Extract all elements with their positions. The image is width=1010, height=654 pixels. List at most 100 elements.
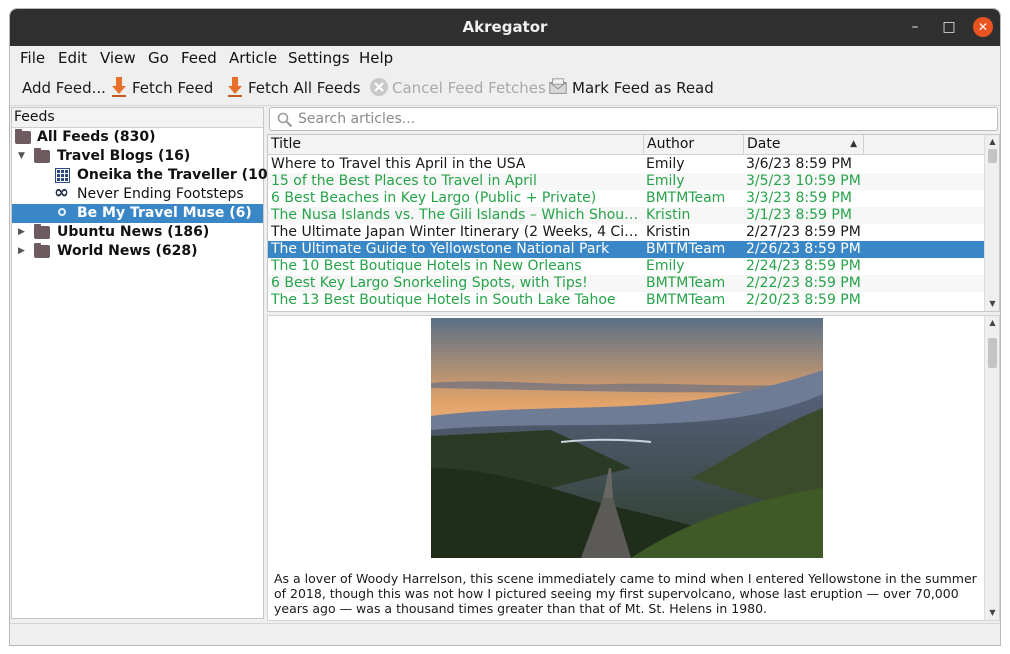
fetch-all-feeds-button[interactable]: Fetch All Feeds — [248, 79, 360, 97]
menu-edit[interactable]: Edit — [58, 49, 87, 67]
article-author: BMTMTeam — [646, 241, 726, 257]
preview-scrollbar[interactable]: ▲ ▼ — [984, 316, 999, 620]
feed-travel-blogs[interactable]: ▼ Travel Blogs (16) — [12, 147, 263, 166]
article-date: 3/6/23 8:59 PM — [746, 156, 852, 172]
mark-read-icon[interactable] — [548, 76, 568, 98]
menu-bar: File Edit View Go Feed Article Settings … — [10, 46, 1000, 70]
column-date-label: Date — [747, 136, 781, 152]
toolbar: Add Feed... Fetch Feed Fetch All Feeds C… — [10, 70, 1000, 106]
infinity-icon: ∞ — [54, 182, 69, 203]
menu-feed[interactable]: Feed — [181, 49, 217, 67]
menu-settings[interactable]: Settings — [288, 49, 350, 67]
article-title: 6 Best Beaches in Key Largo (Public + Pr… — [271, 190, 597, 206]
folder-icon — [15, 129, 31, 144]
feed-world-news[interactable]: ▶ World News (628) — [12, 242, 263, 261]
article-photo — [431, 318, 823, 558]
feed-label: All Feeds (830) — [37, 129, 156, 145]
scroll-down-icon[interactable]: ▼ — [985, 297, 999, 311]
cancel-icon[interactable] — [369, 76, 389, 98]
mark-feed-read-button[interactable]: Mark Feed as Read — [572, 79, 714, 97]
article-row[interactable]: The Nusa Islands vs. The Gili Islands – … — [268, 207, 984, 224]
feed-label: World News (628) — [57, 243, 198, 259]
article-author: Emily — [646, 173, 685, 189]
feed-all[interactable]: All Feeds (830) — [12, 128, 263, 147]
article-date: 2/22/23 8:59 PM — [746, 275, 861, 291]
feed-label: Be My Travel Muse (6) — [77, 205, 252, 221]
fetch-feed-button[interactable]: Fetch Feed — [132, 79, 213, 97]
fetch-feed-icon[interactable] — [110, 76, 130, 98]
search-icon — [277, 112, 293, 128]
column-date[interactable]: Date ▲ — [744, 135, 864, 155]
article-title: The Ultimate Japan Winter Itinerary (2 W… — [271, 224, 639, 240]
search-input[interactable] — [298, 110, 988, 128]
article-author: Emily — [646, 258, 685, 274]
folder-icon — [34, 224, 50, 239]
folder-icon — [34, 148, 50, 163]
menu-help[interactable]: Help — [359, 49, 393, 67]
folder-icon — [34, 243, 50, 258]
maximize-icon[interactable]: □ — [939, 17, 959, 37]
article-list-scrollbar[interactable]: ▲ ▼ — [984, 135, 999, 311]
close-icon[interactable]: ✕ — [973, 17, 993, 37]
article-row[interactable]: 6 Best Beaches in Key Largo (Public + Pr… — [268, 190, 984, 207]
expanded-arrow-icon[interactable]: ▼ — [18, 147, 25, 166]
article-title: 15 of the Best Places to Travel in April — [271, 173, 537, 189]
article-title: The 10 Best Boutique Hotels in New Orlea… — [271, 258, 582, 274]
article-row[interactable]: The Ultimate Japan Winter Itinerary (2 W… — [268, 224, 984, 241]
scroll-up-icon[interactable]: ▲ — [985, 135, 999, 149]
title-bar: Akregator – □ ✕ — [10, 9, 1000, 46]
collapsed-arrow-icon[interactable]: ▶ — [18, 223, 25, 242]
column-author[interactable]: Author — [644, 135, 744, 155]
window-title: Akregator — [462, 18, 548, 36]
article-date: 2/27/23 8:59 PM — [746, 224, 861, 240]
add-feed-button[interactable]: Add Feed... — [22, 79, 106, 97]
column-title[interactable]: Title — [268, 135, 644, 155]
article-author: BMTMTeam — [646, 190, 726, 206]
article-list-header: Title Author Date ▲ — [268, 135, 984, 155]
menu-go[interactable]: Go — [148, 49, 169, 67]
app-window: Akregator – □ ✕ File Edit View Go Feed A… — [9, 8, 1001, 646]
article-author: Kristin — [646, 224, 691, 240]
article-author: BMTMTeam — [646, 292, 726, 308]
feed-tree: Feeds All Feeds (830) ▼ Travel Blogs (16… — [11, 107, 274, 619]
feed-oneika[interactable]: Oneika the Traveller (10) — [12, 166, 274, 185]
article-title: The 13 Best Boutique Hotels in South Lak… — [271, 292, 616, 308]
feeds-header: Feeds — [12, 108, 263, 128]
article-date: 2/24/23 8:59 PM — [746, 258, 861, 274]
menu-view[interactable]: View — [100, 49, 136, 67]
feed-label: Ubuntu News (186) — [57, 224, 210, 240]
article-date: 3/1/23 8:59 PM — [746, 207, 852, 223]
article-date: 2/20/23 8:59 PM — [746, 292, 861, 308]
scroll-down-icon[interactable]: ▼ — [985, 606, 999, 620]
feed-be-my-travel-muse[interactable]: Be My Travel Muse (6) — [12, 204, 263, 223]
collapsed-arrow-icon[interactable]: ▶ — [18, 242, 25, 261]
article-row[interactable]: The 10 Best Boutique Hotels in New Orlea… — [268, 258, 984, 275]
dot-feed-icon — [58, 208, 66, 216]
article-body-text: As a lover of Woody Harrelson, this scen… — [274, 571, 977, 616]
search-bar — [269, 107, 998, 131]
article-author: BMTMTeam — [646, 275, 726, 291]
feed-label: Travel Blogs (16) — [57, 148, 191, 164]
article-row[interactable]: 15 of the Best Places to Travel in April… — [268, 173, 984, 190]
article-row[interactable]: 6 Best Key Largo Snorkeling Spots, with … — [268, 275, 984, 292]
menu-file[interactable]: File — [20, 49, 45, 67]
grid-feed-icon — [55, 168, 70, 183]
article-row[interactable]: The 13 Best Boutique Hotels in South Lak… — [268, 292, 984, 309]
feed-never-ending-footsteps[interactable]: ∞ Never Ending Footsteps — [12, 182, 263, 204]
article-row-selected[interactable]: The Ultimate Guide to Yellowstone Nation… — [268, 241, 984, 258]
fetch-all-feeds-icon[interactable] — [226, 76, 246, 98]
minimize-icon[interactable]: – — [905, 17, 925, 37]
menu-article[interactable]: Article — [229, 49, 277, 67]
scroll-thumb[interactable] — [988, 149, 997, 163]
article-title: Where to Travel this April in the USA — [271, 156, 526, 172]
cancel-feed-fetches-button[interactable]: Cancel Feed Fetches — [392, 79, 546, 97]
article-preview: As a lover of Woody Harrelson, this scen… — [267, 315, 1000, 621]
scroll-thumb[interactable] — [988, 338, 997, 368]
article-date: 3/3/23 8:59 PM — [746, 190, 852, 206]
article-author: Kristin — [646, 207, 691, 223]
article-row[interactable]: Where to Travel this April in the USA Em… — [268, 156, 984, 173]
article-author: Emily — [646, 156, 685, 172]
feed-ubuntu-news[interactable]: ▶ Ubuntu News (186) — [12, 223, 263, 242]
scroll-up-icon[interactable]: ▲ — [985, 316, 999, 330]
feed-label: Never Ending Footsteps — [77, 186, 244, 202]
